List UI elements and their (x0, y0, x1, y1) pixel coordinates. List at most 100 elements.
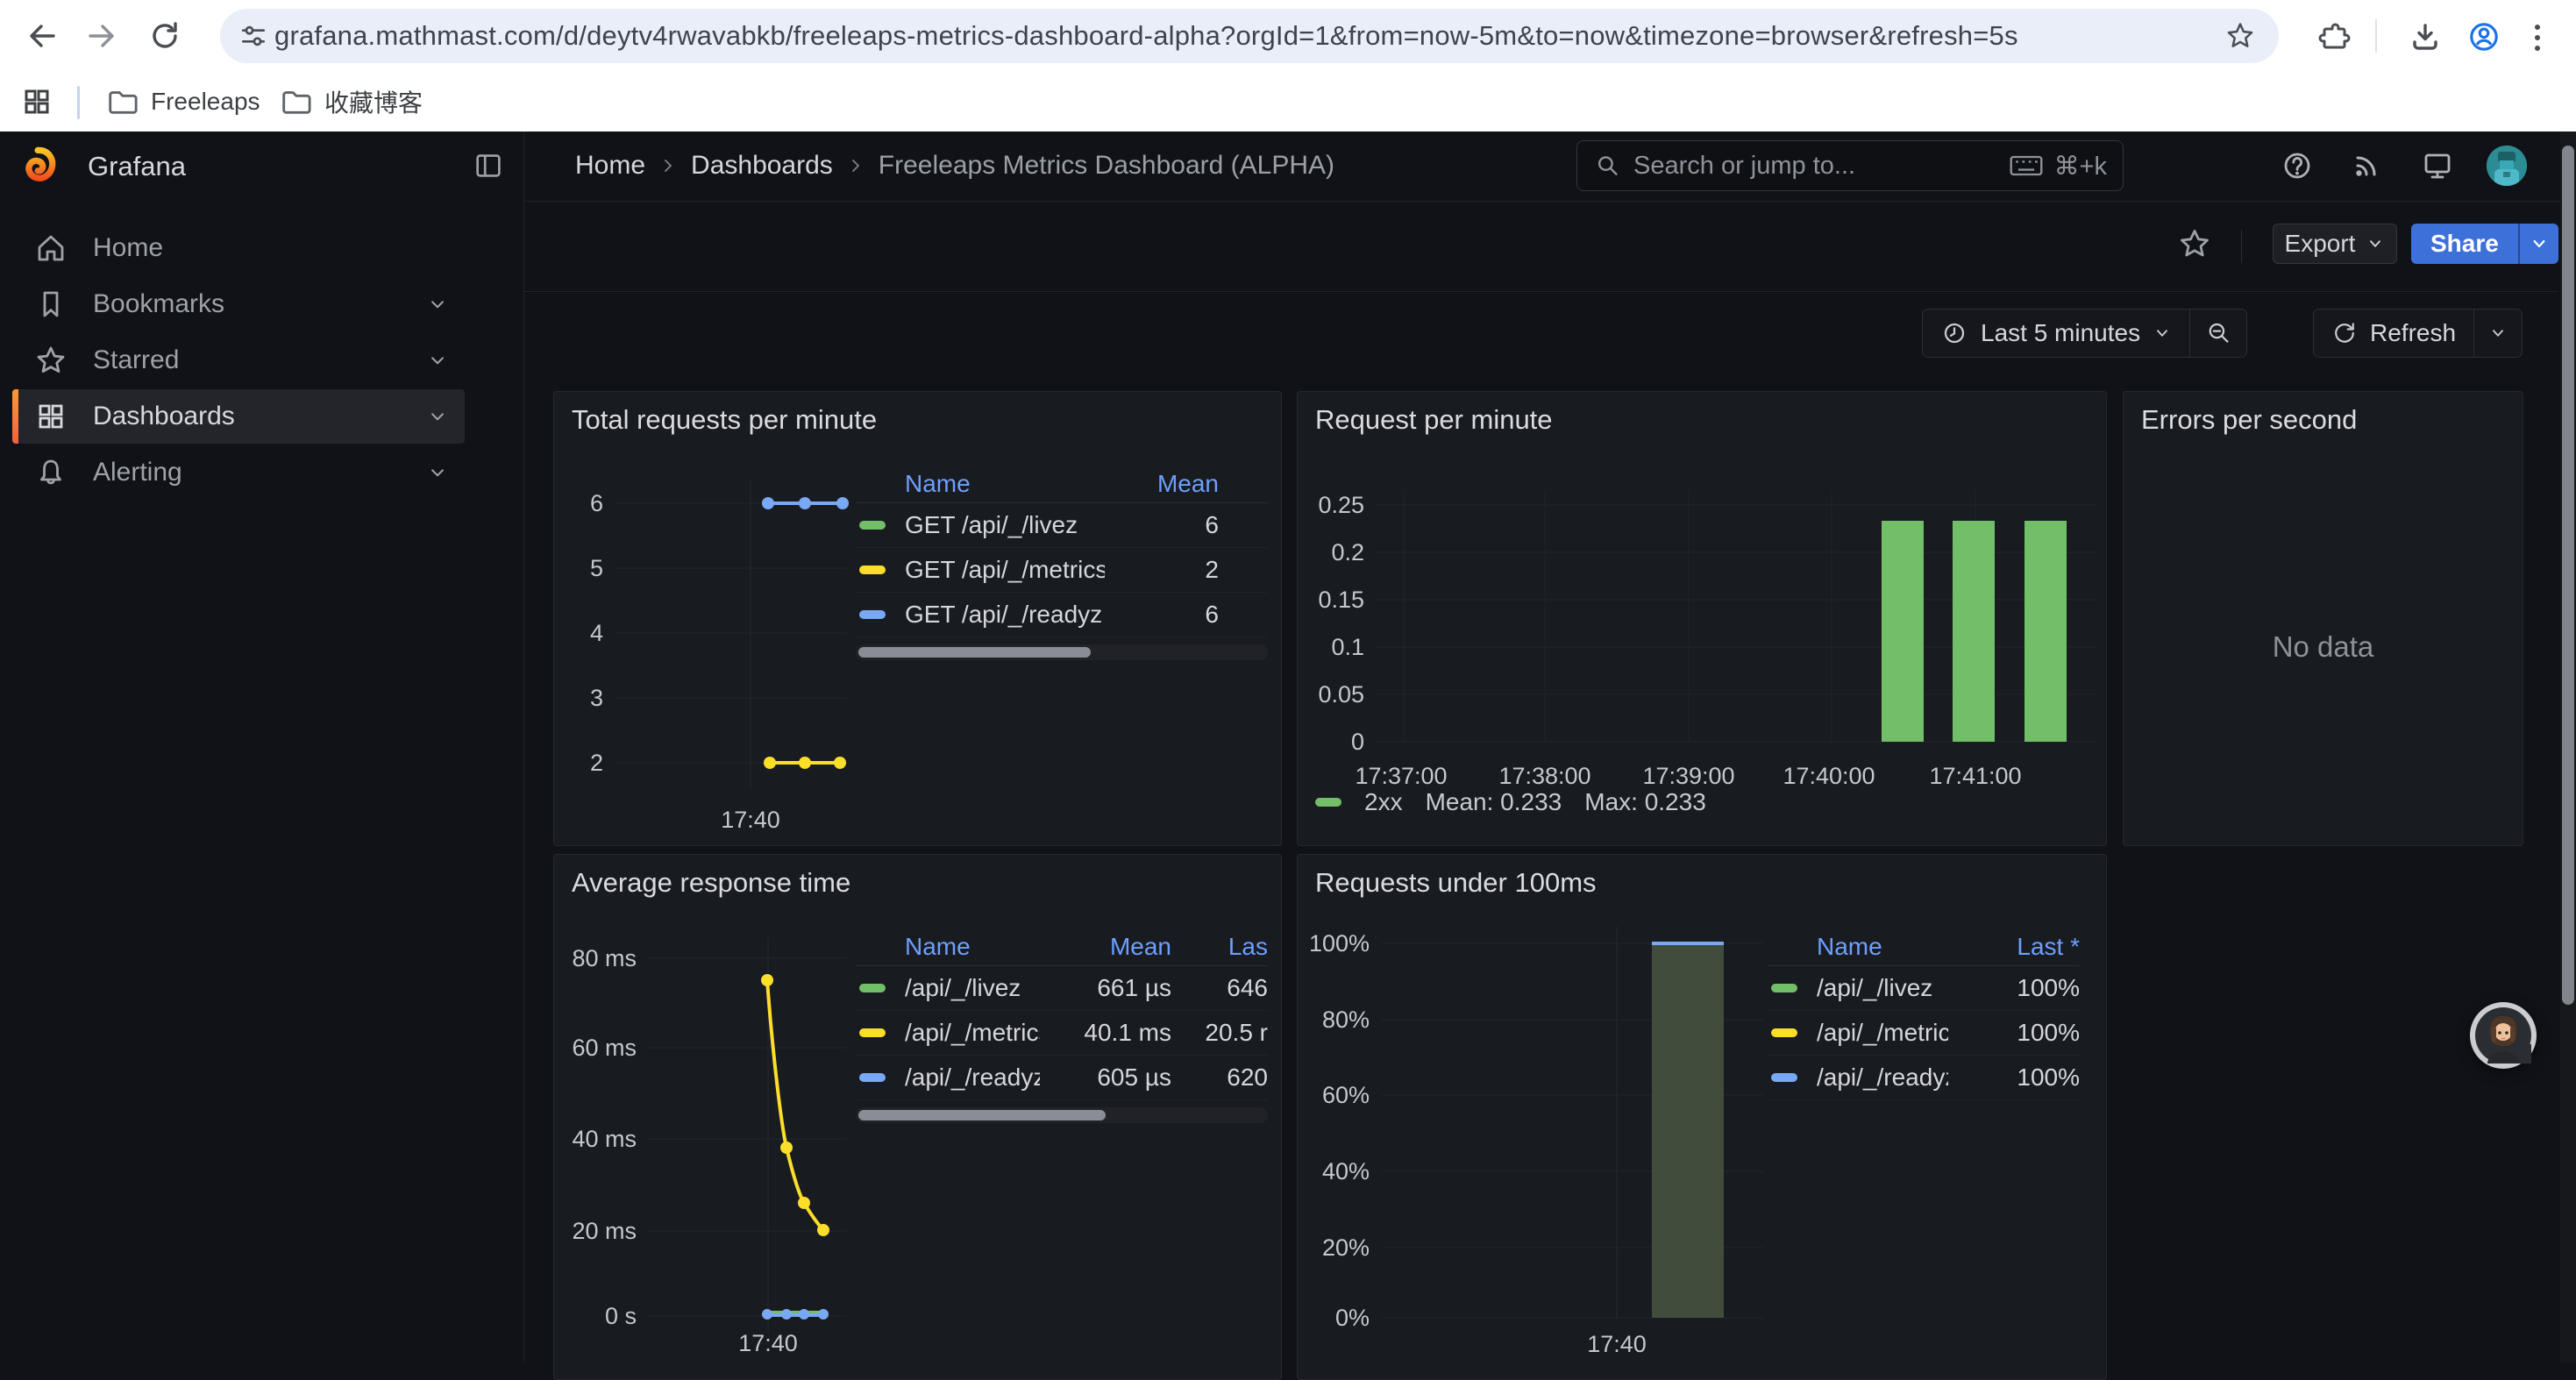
chevron-down-icon (2366, 234, 2385, 253)
series-name[interactable]: GET /api/_/readyz (905, 601, 1105, 629)
line-chart[interactable]: 80 ms 60 ms 40 ms 20 ms 0 s 17:40 (554, 855, 857, 1363)
series-swatch[interactable] (1315, 798, 1341, 807)
reload-icon[interactable] (147, 18, 182, 53)
page-scrollbar-thumb[interactable] (2562, 146, 2574, 1005)
refresh-icon (2331, 320, 2358, 346)
legend-header-last[interactable]: Last * (1948, 933, 2080, 961)
series-swatch[interactable] (859, 1028, 886, 1037)
share-button-group: Share (2411, 224, 2558, 264)
series-name[interactable]: GET /api/_/metrics (905, 556, 1105, 584)
bar-chart[interactable]: 0.25 0.2 0.15 0.1 0.05 0 17:37:00 17:38:… (1298, 392, 2106, 847)
browser-toolbar: grafana.mathmast.com/d/deytv4rwavabkb/fr… (0, 0, 2576, 72)
series-swatch[interactable] (1771, 1028, 1797, 1037)
bookmark-folder-freeleaps[interactable]: Freeleaps (105, 72, 260, 132)
sidebar-item-label: Dashboards (93, 402, 426, 431)
site-settings-icon[interactable] (238, 20, 269, 52)
screen-share-icon[interactable] (2420, 148, 2455, 183)
series-swatch[interactable] (859, 1073, 886, 1082)
series-name[interactable]: GET /api/_/livez (905, 511, 1105, 539)
share-menu-button[interactable] (2518, 224, 2558, 264)
series-name[interactable]: /api/_/metrics (905, 1019, 1040, 1047)
help-icon[interactable] (2280, 148, 2315, 183)
assistant-avatar[interactable] (2470, 1002, 2537, 1069)
extensions-icon[interactable] (2316, 19, 2351, 54)
url-text[interactable]: grafana.mathmast.com/d/deytv4rwavabkb/fr… (274, 9, 2018, 63)
x-tick: 17:38:00 (1498, 763, 1590, 789)
sidebar-item-dashboards[interactable]: Dashboards (12, 389, 465, 444)
sidebar-item-bookmarks[interactable]: Bookmarks (12, 277, 465, 331)
bookmark-star-icon[interactable] (2224, 20, 2256, 52)
y-tick: 40 ms (572, 1126, 637, 1152)
legend-scrollbar-thumb[interactable] (858, 1110, 1106, 1120)
sidebar-item-alerting[interactable]: Alerting (12, 445, 465, 500)
url-bar[interactable]: grafana.mathmast.com/d/deytv4rwavabkb/fr… (220, 9, 2279, 63)
legend-scrollbar[interactable] (856, 644, 1268, 660)
legend-table: Name Mean GET /api/_/livez 6 GET /api/_/… (856, 466, 1268, 660)
bookmark-folder-blogs[interactable]: 收藏博客 (279, 72, 423, 132)
legend-scrollbar[interactable] (856, 1107, 1268, 1123)
profile-icon[interactable] (2466, 18, 2501, 53)
panel-title[interactable]: Errors per second (2141, 404, 2357, 436)
sidebar-item-starred[interactable]: Starred (12, 333, 465, 388)
series-mean: 40.1 ms (1040, 1019, 1171, 1047)
time-range-label: Last 5 minutes (1981, 319, 2140, 347)
refresh-interval-button[interactable] (2474, 309, 2522, 357)
apps-grid-icon[interactable] (19, 84, 54, 119)
series-last: 100% (1948, 1019, 2080, 1047)
user-avatar[interactable] (2487, 146, 2527, 186)
legend-header-name[interactable]: Name (905, 933, 1040, 961)
series-swatch[interactable] (1771, 1073, 1797, 1082)
chevron-down-icon[interactable] (426, 461, 449, 484)
star-dashboard-icon[interactable] (2177, 226, 2212, 261)
zoom-out-button[interactable] (2190, 309, 2246, 357)
legend-header-name[interactable]: Name (905, 470, 1105, 498)
series-swatch[interactable] (859, 521, 886, 530)
series-swatch[interactable] (859, 566, 886, 574)
line-chart[interactable]: 6 5 4 3 2 17:40 (554, 392, 857, 847)
breadcrumb-home[interactable]: Home (575, 151, 645, 181)
legend-header-mean[interactable]: Mean (1040, 933, 1171, 961)
legend: 2xx Mean: 0.233 Max: 0.233 (1315, 788, 1706, 816)
browser-menu-icon[interactable] (2532, 21, 2543, 56)
grafana-logo[interactable] (18, 146, 56, 185)
sidebar-item-home[interactable]: Home (12, 221, 465, 275)
export-button[interactable]: Export (2273, 224, 2397, 264)
series-swatch[interactable] (859, 984, 886, 992)
search-input[interactable]: Search or jump to... ⌘+k (1576, 140, 2124, 191)
refresh-button[interactable]: Refresh (2314, 309, 2473, 357)
chevron-down-icon[interactable] (426, 293, 449, 316)
download-icon[interactable] (2408, 19, 2443, 54)
zoom-out-icon (2204, 319, 2232, 347)
share-label: Share (2430, 230, 2499, 258)
series-name[interactable]: /api/_/readyz (905, 1063, 1040, 1092)
sidebar-toggle-icon[interactable] (472, 149, 505, 182)
legend-header-mean[interactable]: Mean (1105, 470, 1219, 498)
back-icon[interactable] (25, 18, 60, 53)
series-swatch[interactable] (1771, 984, 1797, 992)
series-name[interactable]: /api/_/readyz (1817, 1063, 1948, 1092)
series-swatch[interactable] (859, 610, 886, 619)
series-name[interactable]: 2xx (1364, 788, 1403, 816)
series-name[interactable]: /api/_/livez (1817, 974, 1948, 1002)
chevron-down-icon (2488, 324, 2508, 343)
share-button[interactable]: Share (2411, 224, 2518, 264)
chevron-right-icon (845, 155, 866, 176)
chevron-down-icon[interactable] (426, 349, 449, 372)
series-mean: 605 µs (1040, 1063, 1171, 1092)
news-rss-icon[interactable] (2348, 148, 2383, 183)
series-name[interactable]: /api/_/livez (905, 974, 1040, 1002)
search-shortcut: ⌘+k (2054, 151, 2107, 181)
y-tick: 20 ms (572, 1218, 637, 1244)
breadcrumb-dashboards[interactable]: Dashboards (691, 151, 833, 181)
chevron-down-icon (2153, 324, 2172, 343)
brand-name[interactable]: Grafana (88, 151, 186, 182)
legend-header-name[interactable]: Name (1817, 933, 1948, 961)
legend-scrollbar-thumb[interactable] (858, 647, 1091, 658)
chevron-down-icon[interactable] (426, 405, 449, 428)
series-mean: Mean: 0.233 (1426, 788, 1562, 816)
series-name[interactable]: /api/_/metrics (1817, 1019, 1948, 1047)
forward-icon[interactable] (84, 18, 119, 53)
legend-header-last[interactable]: Las (1171, 933, 1268, 961)
time-range-picker[interactable]: Last 5 minutes (1923, 309, 2189, 357)
page-scrollbar[interactable] (2560, 132, 2576, 1362)
